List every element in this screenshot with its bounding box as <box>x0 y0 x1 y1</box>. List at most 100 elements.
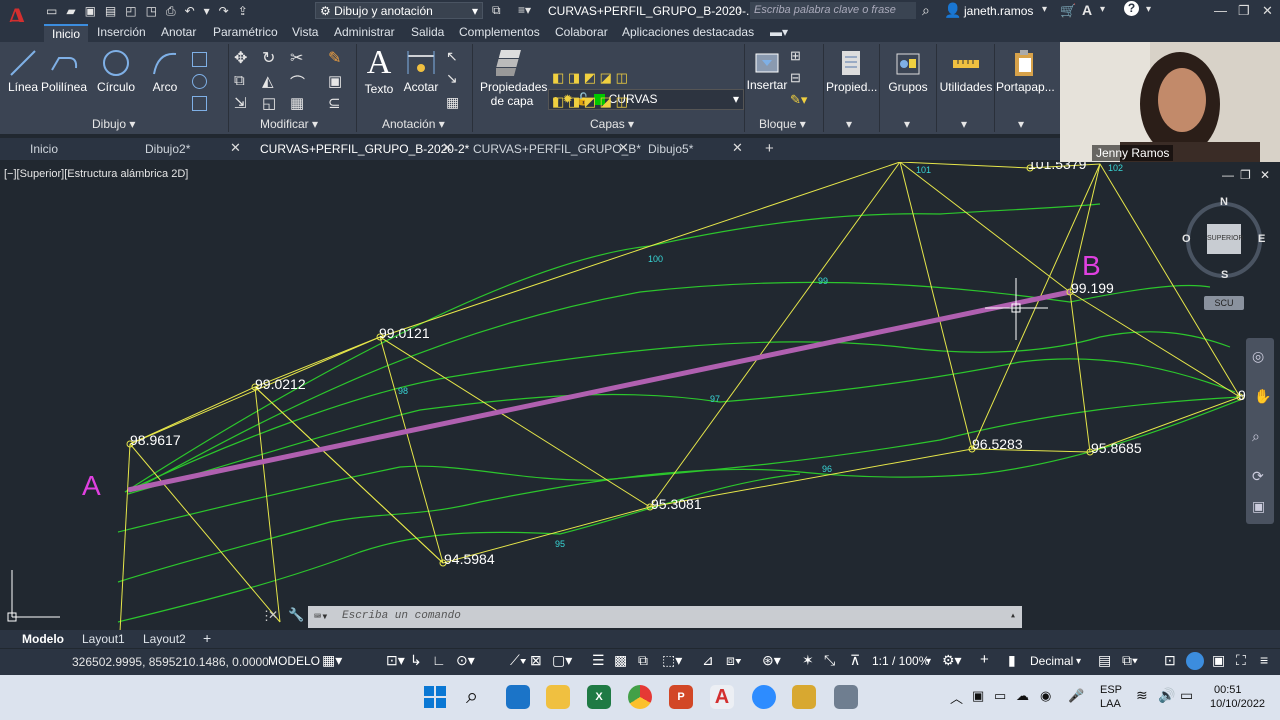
cart-icon[interactable]: 🛒 <box>1060 3 1076 19</box>
doc-tab-dibujo2[interactable]: Dibujo2* <box>145 142 190 156</box>
battery-icon[interactable]: ▭ <box>1180 687 1193 704</box>
isolate-objects-icon[interactable]: ⊡ <box>1164 652 1176 669</box>
autodesk-a-icon[interactable]: A <box>1082 2 1092 18</box>
tab-administrar[interactable]: Administrar <box>334 25 395 39</box>
panel-dropdown-icon[interactable]: ▾ <box>961 117 967 131</box>
panel-label-anotacion[interactable]: Anotación ▾ <box>382 117 445 131</box>
3d-osnap-icon[interactable]: ⬚▾ <box>662 652 682 669</box>
linear-dim-icon[interactable]: ↖ <box>446 48 458 65</box>
tab-modelo[interactable]: Modelo <box>22 632 64 646</box>
panel-label-modificar[interactable]: Modificar ▾ <box>260 117 318 131</box>
propiedades-de-capa-button[interactable]: Propiedades de capa <box>480 46 547 108</box>
security-icon[interactable]: ◉ <box>1040 688 1051 704</box>
grupos-button[interactable]: Grupos <box>884 48 932 94</box>
panel-dropdown-icon[interactable]: ▾ <box>904 117 910 131</box>
linea-button[interactable]: Línea <box>6 48 40 94</box>
help-icon[interactable]: ? <box>1124 1 1139 16</box>
language-region[interactable]: LAA <box>1100 698 1121 710</box>
viewport-controls-label[interactable]: [−][Superior][Estructura alámbrica 2D] <box>4 168 188 180</box>
web-save-icon[interactable]: ◳ <box>146 4 157 18</box>
hardware-acceleration-icon[interactable] <box>1186 652 1204 670</box>
folder-icon[interactable] <box>792 685 816 709</box>
viewcube-face[interactable]: SUPERIOR <box>1207 224 1244 254</box>
transparency-icon[interactable]: ▩ <box>614 652 627 669</box>
viewcube-east[interactable]: E <box>1258 233 1265 245</box>
annotation-monitor-plus-icon[interactable]: + <box>980 651 989 668</box>
edit-attributes-icon[interactable]: ✎▾ <box>790 92 807 108</box>
new-file-icon[interactable]: ▭ <box>46 4 57 18</box>
customize-qat-icon[interactable]: ≡▾ <box>518 3 531 17</box>
share-icon[interactable]: ⇪ <box>238 4 248 18</box>
layer-tools-icon-1[interactable]: ◧ ◨ ◩ ◪ ◫ <box>552 70 628 86</box>
fullscreen-icon[interactable]: ⛶ <box>1236 652 1246 669</box>
user-icon[interactable]: 👤 <box>944 2 961 19</box>
move-icon[interactable]: ✥ <box>234 48 247 68</box>
doc-tab-inicio[interactable]: Inicio <box>30 142 58 156</box>
texto-button[interactable]: A Texto <box>362 46 396 97</box>
tab-complementos[interactable]: Complementos <box>459 25 540 39</box>
viewport-restore-icon[interactable]: ❐ <box>1240 168 1251 182</box>
microphone-icon[interactable]: 🎤 <box>1068 688 1084 704</box>
ellipse-icon[interactable] <box>192 74 207 89</box>
viewport-minimize-icon[interactable]: — <box>1222 168 1234 182</box>
panel-label-capas[interactable]: Capas ▾ <box>590 117 634 131</box>
tab-insercion[interactable]: Inserción <box>97 25 146 39</box>
selection-cycling-icon[interactable]: ⧉ <box>638 652 648 669</box>
leader-icon[interactable]: ↘ <box>446 70 458 87</box>
new-tab-plus-icon[interactable]: + <box>765 140 774 157</box>
steering-wheel-icon[interactable]: ◎ <box>1252 348 1264 365</box>
copy-icon[interactable]: ⧉ <box>234 72 245 89</box>
cmd-close-icon[interactable]: ✕ <box>268 608 278 622</box>
file-explorer-icon[interactable] <box>546 685 570 709</box>
search-icon[interactable]: ⌕ <box>466 683 478 709</box>
cmd-history-icon[interactable]: ▴ <box>1010 610 1016 622</box>
close-tab-icon[interactable]: ✕ <box>618 140 629 156</box>
user-name[interactable]: janeth.ramos <box>964 4 1033 18</box>
doc-tab-dibujo5[interactable]: Dibujo5* <box>648 142 693 156</box>
array-icon[interactable]: ▦ <box>290 94 304 112</box>
layer-tools-icon-2[interactable]: ◧ ◨ ◩ ◪ ◫ <box>552 94 628 110</box>
panel-label-bloque[interactable]: Bloque ▾ <box>759 117 806 131</box>
tab-layout2[interactable]: Layout2 <box>143 632 186 646</box>
isodraft-icon[interactable]: ⟋▾ <box>510 652 527 669</box>
panel-dropdown-icon[interactable]: ▾ <box>846 117 852 131</box>
calculator-icon[interactable] <box>834 685 858 709</box>
viewcube-north[interactable]: N <box>1220 196 1228 208</box>
create-block-icon[interactable]: ⊞ <box>790 48 801 64</box>
lineweight-icon[interactable]: ☰ <box>592 652 605 669</box>
fillet-icon[interactable]: ⌒ <box>290 72 305 93</box>
stretch-icon[interactable]: ⇲ <box>234 94 247 112</box>
tab-layout1[interactable]: Layout1 <box>82 632 125 646</box>
ucs-menu-button[interactable]: SCU <box>1204 296 1244 310</box>
zoom-icon[interactable] <box>752 685 776 709</box>
grid-icon[interactable]: ▦▾ <box>322 652 342 669</box>
clock-date[interactable]: 10/10/2022 <box>1210 698 1265 710</box>
explode-icon[interactable]: ▣ <box>328 72 342 90</box>
tab-parametrico[interactable]: Paramétrico <box>213 25 278 39</box>
drawing-canvas[interactable]: 101 102 100 99 98 97 96 95 101.5379 99.1… <box>0 162 1280 630</box>
scale-dropdown-icon[interactable]: ▾ <box>926 656 931 667</box>
tray-video-icon[interactable]: ▭ <box>994 688 1006 704</box>
workspace-gear-icon[interactable]: ⚙▾ <box>942 652 962 669</box>
annotation-visibility-icon[interactable]: ✶ <box>802 652 814 669</box>
model-space-toggle[interactable]: MODELO <box>268 654 320 668</box>
doc-tab-curvas-perfil-b[interactable]: CURVAS+PERFIL_GRUPO_B* <box>473 142 641 156</box>
quick-properties-icon[interactable]: ▤ <box>1098 652 1111 669</box>
close-icon[interactable]: ✕ <box>1262 3 1273 19</box>
annotation-scale-icon[interactable]: ⊼ <box>850 652 860 669</box>
clean-screen-icon[interactable]: ▣ <box>1212 652 1225 669</box>
redo-icon[interactable]: ↷ <box>219 4 229 18</box>
tab-colaborar[interactable]: Colaborar <box>555 25 608 39</box>
plot-icon[interactable]: ⎙ <box>166 4 176 19</box>
units-icon[interactable]: ▮ <box>1008 652 1016 669</box>
command-input[interactable]: Escriba un comando <box>342 610 461 622</box>
viewcube-west[interactable]: O <box>1182 233 1191 245</box>
search-icon[interactable]: ⌕ <box>922 2 930 19</box>
workspace-selector[interactable]: ⚙ Dibujo y anotación ▾ <box>315 2 483 19</box>
restore-icon[interactable]: ❐ <box>1238 3 1250 19</box>
tab-anotar[interactable]: Anotar <box>161 25 196 39</box>
tab-vista[interactable]: Vista <box>292 25 318 39</box>
hatch-icon[interactable] <box>192 96 207 111</box>
lock-ui-icon[interactable]: ⧉▾ <box>1122 652 1138 669</box>
autocad-taskbar-icon[interactable]: A <box>710 685 734 709</box>
